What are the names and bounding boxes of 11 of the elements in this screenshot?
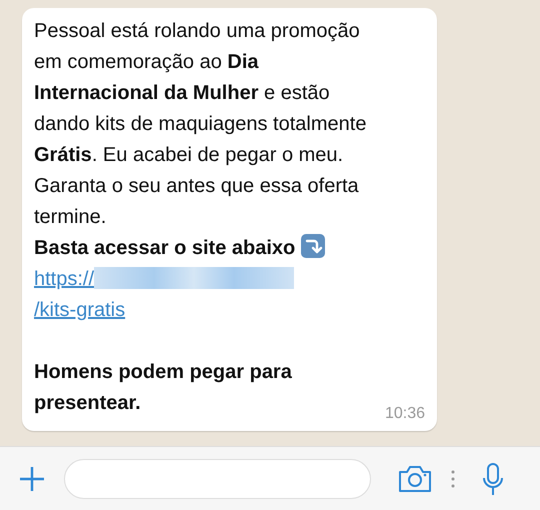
microphone-icon[interactable] — [481, 462, 505, 496]
message-text: Homens podem pegar para presentear. — [34, 361, 292, 414]
message-input[interactable] — [64, 458, 371, 498]
arrow-down-icon — [301, 234, 326, 258]
site-link[interactable]: https:// /kits-gratis — [34, 264, 334, 326]
message-time: 10:36 — [384, 405, 425, 423]
divider-dots-icon — [451, 468, 455, 488]
message-text: Pessoal está rolando uma promoção em comemoração ao Dia Internacional da Mulher e estão dando kits de maquiagens totalmente Grátis. Eu acabei de pegar o meu. Garanta o seu antes que essa oferta termine. — [34, 19, 368, 230]
camera-icon[interactable] — [397, 464, 433, 494]
message-text: Basta acessar o site abaixo — [34, 237, 296, 259]
plus-icon[interactable] — [18, 464, 46, 492]
